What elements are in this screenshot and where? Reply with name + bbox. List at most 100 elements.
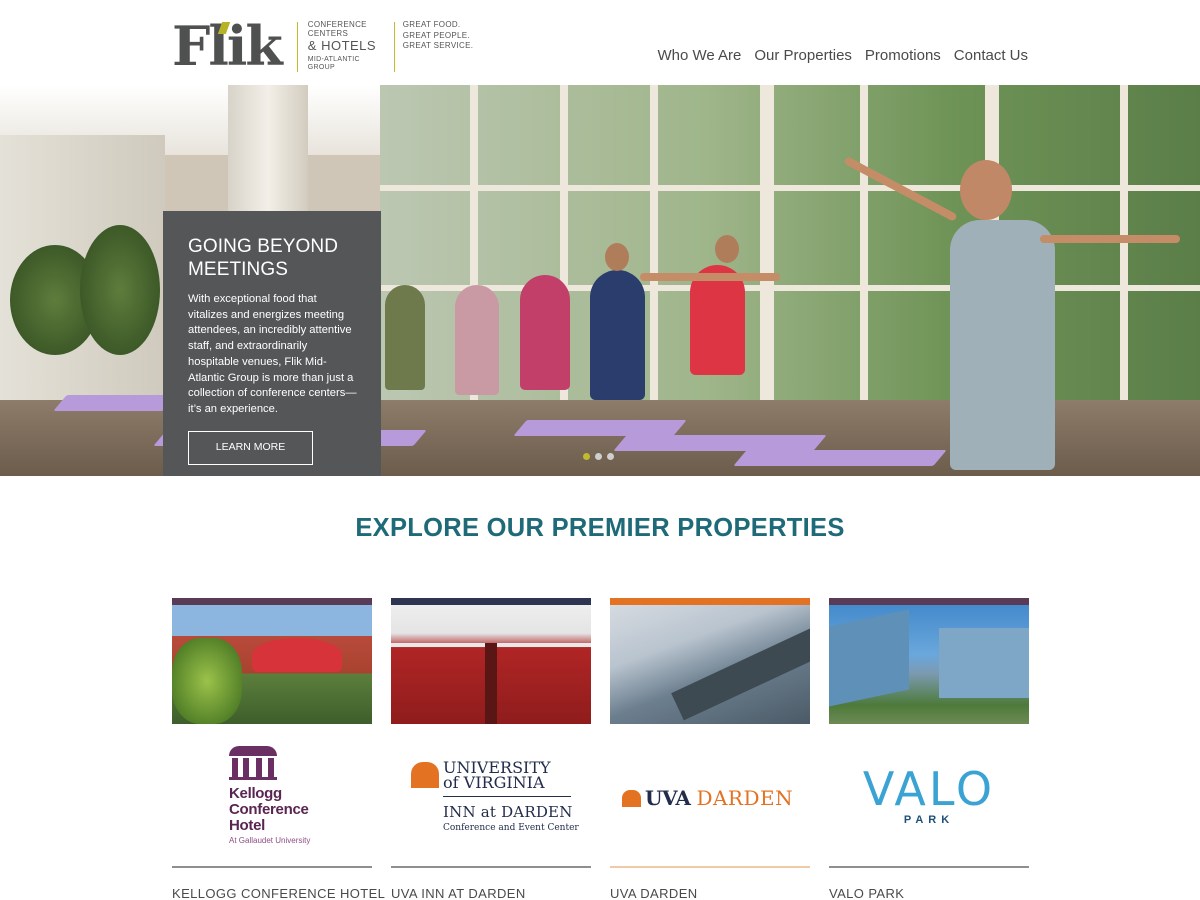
tree-icon [172, 638, 242, 724]
property-divider [172, 866, 372, 868]
hero-photo-person [455, 285, 499, 395]
property-accent-bar [391, 598, 591, 605]
tagline-line3: GREAT SERVICE. [402, 41, 474, 50]
kellogg-logo-l3: Hotel [229, 817, 266, 834]
property-logo-uva-inn[interactable]: UNIVERSITY of VIRGINIA INN at DARDEN Con… [391, 738, 591, 853]
property-name[interactable]: UVA INN AT DARDEN [391, 886, 526, 900]
kellogg-logo-l1: Kellogg [229, 785, 282, 802]
uva-logo-rule [443, 796, 571, 797]
hero-photo-mullion [760, 85, 774, 425]
brand-line1: CONFERENCE [307, 20, 367, 29]
hero-card: GOING BEYOND MEETINGS With exceptional f… [163, 211, 381, 476]
properties-heading: EXPLORE OUR PREMIER PROPERTIES [355, 514, 845, 542]
slider-dot-1[interactable] [583, 453, 590, 460]
brand-line4: MID-ATLANTIC [307, 56, 360, 63]
nav-contact-us[interactable]: Contact Us [954, 47, 1028, 64]
hero-slider[interactable]: GOING BEYOND MEETINGS With exceptional f… [0, 85, 1200, 476]
glass-building [829, 609, 909, 707]
property-name[interactable]: UVA DARDEN [610, 886, 698, 900]
property-divider [391, 866, 591, 868]
property-accent-bar [610, 598, 810, 605]
hero-photo-mat [733, 450, 947, 466]
aisle [485, 643, 497, 724]
tagline-line2: GREAT PEOPLE. [402, 30, 470, 40]
tagline-divider [393, 22, 395, 72]
property-logo-uva-darden[interactable]: UVA DARDEN [610, 738, 810, 853]
hero-photo-mat [513, 420, 687, 436]
property-accent-bar [172, 598, 372, 605]
property-divider [610, 866, 810, 868]
nav-promotions[interactable]: Promotions [865, 47, 941, 64]
property-photo-uva-inn[interactable] [391, 598, 591, 724]
hero-photo-head [605, 243, 629, 271]
kellogg-logo-l2: Conference [229, 801, 309, 818]
hero-photo-person [950, 220, 1055, 470]
hero-photo-head [960, 160, 1012, 220]
hero-photo-arm [1040, 235, 1180, 243]
main-nav: Who We Are Our Properties Promotions Con… [657, 47, 1028, 64]
property-logo-kellogg[interactable]: Kellogg Conference Hotel At Gallaudet Un… [172, 738, 372, 853]
property-photo-uva-darden[interactable] [610, 598, 810, 724]
hero-photo-plant [80, 225, 160, 355]
tagline-line1: GREAT FOOD. [402, 20, 461, 29]
hero-title: GOING BEYOND MEETINGS [188, 236, 339, 280]
slider-dots [583, 453, 614, 460]
property-name[interactable]: KELLOGG CONFERENCE HOTEL [172, 886, 385, 900]
brand-line3: & HOTELS [307, 38, 377, 53]
hero-photo-rail [380, 185, 1200, 191]
hero-photo-person [690, 265, 745, 375]
kellogg-building-icon [229, 746, 277, 780]
property-accent-bar [829, 598, 1029, 605]
hero-photo-head [715, 235, 739, 263]
uva-logo-l2: of VIRGINIA [443, 773, 545, 792]
learn-more-button[interactable]: LEARN MORE [188, 430, 313, 465]
properties-grid: Kellogg Conference Hotel At Gallaudet Un… [172, 598, 1029, 900]
hero-photo-person [520, 275, 570, 390]
property-card-kellogg[interactable]: Kellogg Conference Hotel At Gallaudet Un… [172, 598, 385, 900]
property-card-uva-inn[interactable]: UNIVERSITY of VIRGINIA INN at DARDEN Con… [391, 598, 591, 900]
brand-logo[interactable]: Flik CONFERENCE CENTERS & HOTELS MID-ATL… [172, 19, 473, 74]
property-divider [829, 866, 1029, 868]
hero-photo-mat [613, 435, 827, 451]
inn-logo-sub: Conference and Event Center [443, 823, 579, 833]
property-card-uva-darden[interactable]: UVA DARDEN UVA DARDEN [610, 598, 810, 900]
inn-logo-text: INN at DARDEN [443, 803, 573, 821]
hero-photo-mullion [860, 85, 868, 425]
property-logo-valo-park[interactable]: VALO PARK [829, 738, 1029, 853]
brand-sub: MID-ATLANTIC GROUP [308, 56, 388, 72]
brand-mark: Flik [172, 19, 283, 73]
glass-building [939, 628, 1029, 698]
darden-logo-darden: DARDEN [696, 786, 794, 810]
slider-dot-3[interactable] [607, 453, 614, 460]
kellogg-logo-text: Kellogg Conference Hotel [229, 786, 310, 834]
darden-logo-uva: UVA [645, 786, 691, 810]
uva-logo-name: UNIVERSITY of VIRGINIA [443, 760, 551, 792]
hero-body: With exceptional food that vitalizes and… [188, 293, 357, 415]
property-name[interactable]: VALO PARK [829, 886, 904, 900]
hero-photo-windows [380, 85, 1200, 425]
brand-line2: CENTERS [307, 29, 349, 38]
nav-our-properties[interactable]: Our Properties [754, 47, 852, 64]
hero-photo-mullion [650, 85, 658, 425]
rotunda-icon [411, 762, 439, 788]
site-header: Flik CONFERENCE CENTERS & HOTELS MID-ATL… [0, 0, 1200, 85]
brand-line5: GROUP [307, 64, 335, 71]
umbrella-icon [252, 638, 342, 672]
property-card-valo-park[interactable]: VALO PARK VALO PARK [829, 598, 1029, 900]
valo-logo-main: VALO [862, 762, 996, 816]
logo-divider [296, 22, 298, 72]
slider-dot-2[interactable] [595, 453, 602, 460]
hero-photo-mat [53, 395, 177, 411]
brand-tagline: GREAT FOOD. GREAT PEOPLE. GREAT SERVICE. [403, 20, 473, 52]
property-photo-valo-park[interactable] [829, 598, 1029, 724]
hero-photo-rail [380, 285, 1200, 291]
kellogg-logo-sub: At Gallaudet University [229, 836, 311, 845]
hero-photo-person [590, 270, 645, 400]
nav-who-we-are[interactable]: Who We Are [657, 47, 741, 64]
property-photo-kellogg[interactable] [172, 598, 372, 724]
hero-photo-person [385, 285, 425, 390]
rotunda-icon [622, 789, 641, 807]
building-overhang [671, 625, 810, 721]
hero-photo-arm [640, 273, 780, 281]
hero-photo-mullion [1120, 85, 1128, 425]
